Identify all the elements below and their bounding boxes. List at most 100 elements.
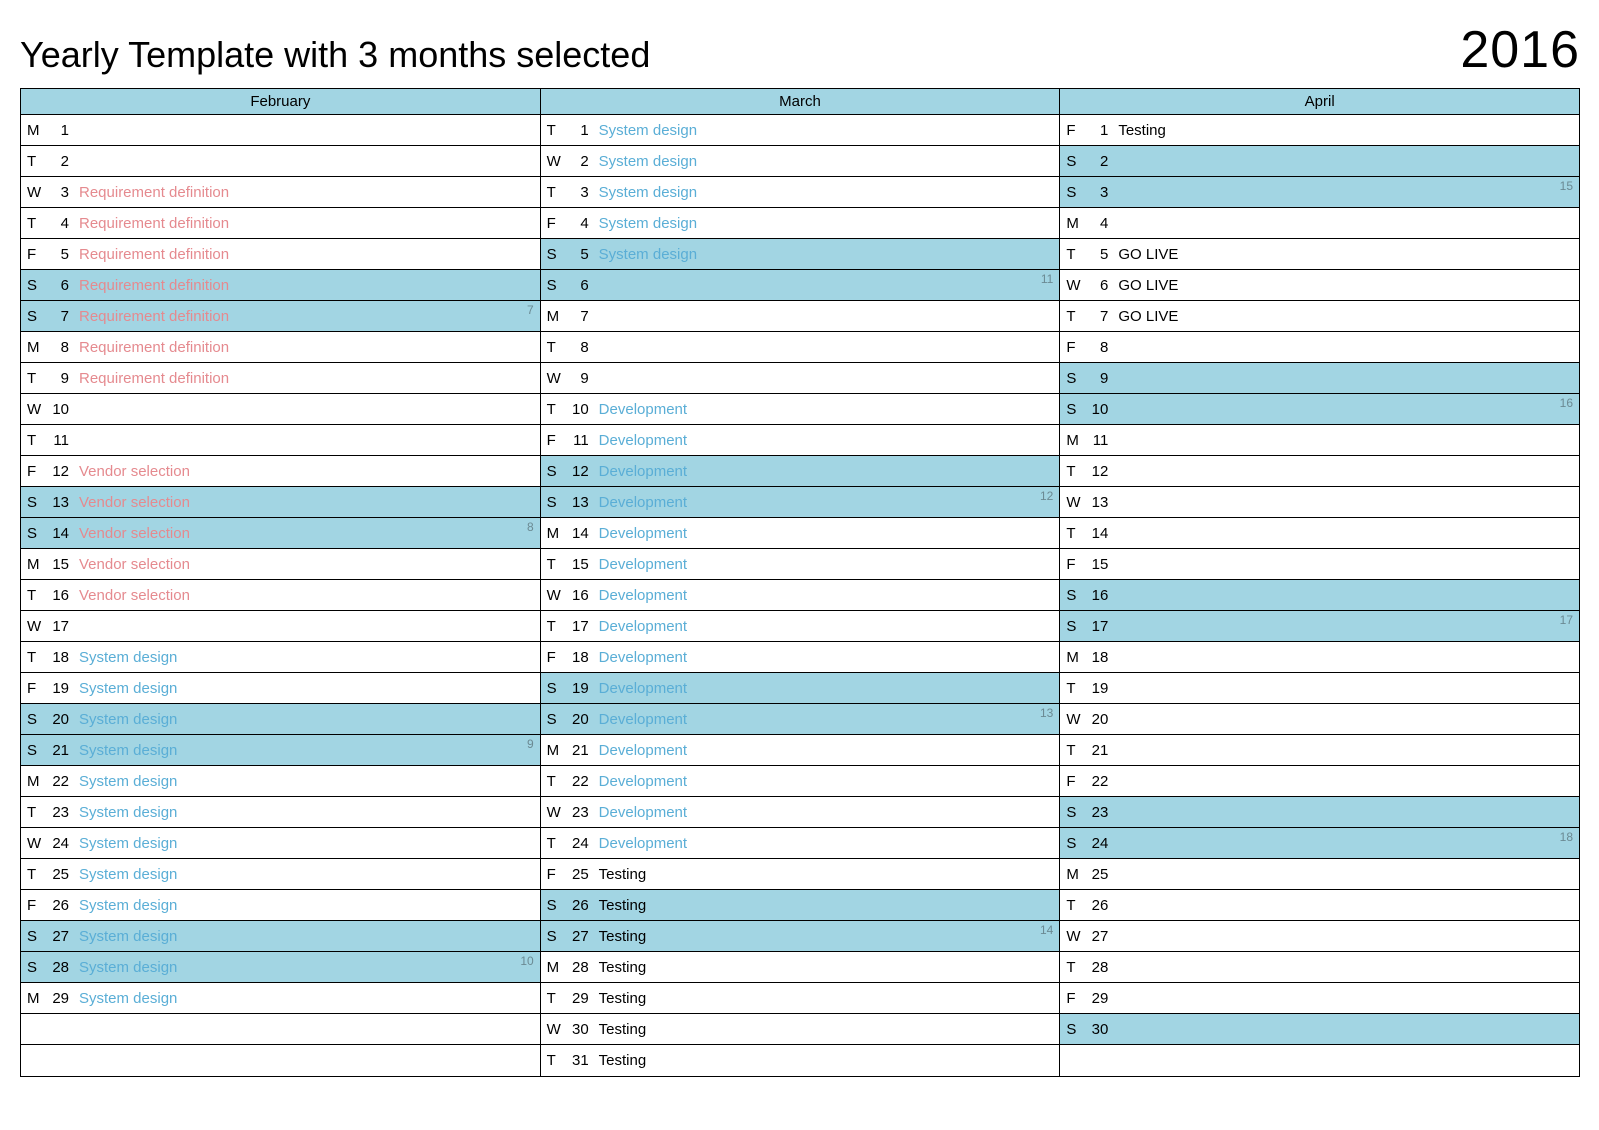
day-of-week: T	[541, 184, 565, 201]
day-row: W23Development	[541, 797, 1060, 828]
day-row: T2	[21, 146, 540, 177]
day-task: Development	[593, 773, 1060, 790]
day-number: 27	[1084, 928, 1112, 945]
day-number: 30	[565, 1021, 593, 1038]
day-task: Vendor selection	[73, 556, 540, 573]
day-of-week: S	[541, 897, 565, 914]
day-task: System design	[73, 711, 540, 728]
month-column: MarchT1System designW2System designT3Sys…	[541, 89, 1061, 1076]
day-of-week: W	[1060, 711, 1084, 728]
day-number: 5	[565, 246, 593, 263]
day-task: Requirement definition	[73, 370, 540, 387]
day-task: Testing	[593, 897, 1060, 914]
day-of-week: S	[21, 494, 45, 511]
day-task: System design	[73, 959, 540, 976]
day-task: Testing	[593, 1021, 1060, 1038]
day-of-week: F	[541, 649, 565, 666]
day-task: System design	[593, 246, 1060, 263]
day-of-week: F	[21, 246, 45, 263]
day-task: Vendor selection	[73, 494, 540, 511]
day-number: 25	[565, 866, 593, 883]
day-task: Development	[593, 587, 1060, 604]
day-number: 1	[1084, 122, 1112, 139]
day-row: S9	[1060, 363, 1579, 394]
day-of-week: S	[1060, 804, 1084, 821]
day-row: S611	[541, 270, 1060, 301]
day-number: 20	[565, 711, 593, 728]
day-row: M8Requirement definition	[21, 332, 540, 363]
day-row: W10	[21, 394, 540, 425]
day-row: T14	[1060, 518, 1579, 549]
day-row: T24Development	[541, 828, 1060, 859]
week-number: 11	[1041, 272, 1053, 286]
day-number: 15	[565, 556, 593, 573]
day-task: GO LIVE	[1112, 277, 1579, 294]
day-row: M28Testing	[541, 952, 1060, 983]
day-row: T17Development	[541, 611, 1060, 642]
day-row: W24System design	[21, 828, 540, 859]
calendar-container: Yearly Template with 3 months selected 2…	[20, 20, 1580, 1077]
day-task: Vendor selection	[73, 525, 540, 542]
day-number: 8	[565, 339, 593, 356]
week-number: 16	[1560, 396, 1573, 410]
day-row: F22	[1060, 766, 1579, 797]
day-row: W9	[541, 363, 1060, 394]
header: Yearly Template with 3 months selected 2…	[20, 20, 1580, 80]
day-number: 3	[45, 184, 73, 201]
day-task: Requirement definition	[73, 184, 540, 201]
day-row: T29Testing	[541, 983, 1060, 1014]
day-row: T12	[1060, 456, 1579, 487]
month-grid: FebruaryM1T2W3Requirement definitionT4Re…	[20, 88, 1580, 1077]
day-row: F4System design	[541, 208, 1060, 239]
day-of-week: W	[21, 835, 45, 852]
day-number: 8	[1084, 339, 1112, 356]
day-of-week: T	[21, 804, 45, 821]
day-row: F18Development	[541, 642, 1060, 673]
day-row: T22Development	[541, 766, 1060, 797]
day-task: Development	[593, 804, 1060, 821]
day-row: S6Requirement definition	[21, 270, 540, 301]
day-row: S5System design	[541, 239, 1060, 270]
day-of-week: T	[21, 866, 45, 883]
day-of-week: S	[21, 277, 45, 294]
day-task: System design	[73, 804, 540, 821]
day-row: T21	[1060, 735, 1579, 766]
year-label: 2016	[1460, 20, 1580, 80]
day-number: 14	[1084, 525, 1112, 542]
day-row: T7GO LIVE	[1060, 301, 1579, 332]
day-of-week: T	[1060, 246, 1084, 263]
day-of-week: F	[541, 866, 565, 883]
day-of-week: T	[541, 990, 565, 1007]
day-task: Development	[593, 463, 1060, 480]
day-number: 2	[1084, 153, 1112, 170]
day-of-week: W	[1060, 277, 1084, 294]
day-row: S19Development	[541, 673, 1060, 704]
day-of-week: W	[1060, 928, 1084, 945]
day-row: T18System design	[21, 642, 540, 673]
day-number: 3	[1084, 184, 1112, 201]
day-row: T16Vendor selection	[21, 580, 540, 611]
week-number: 15	[1560, 179, 1573, 193]
day-row: T25System design	[21, 859, 540, 890]
day-task: Development	[593, 649, 1060, 666]
day-of-week: T	[541, 556, 565, 573]
day-of-week: M	[541, 959, 565, 976]
day-row: W2System design	[541, 146, 1060, 177]
day-row: M15Vendor selection	[21, 549, 540, 580]
day-row: S21System design9	[21, 735, 540, 766]
day-of-week: S	[1060, 587, 1084, 604]
day-number: 3	[565, 184, 593, 201]
day-row: S315	[1060, 177, 1579, 208]
day-number: 20	[1084, 711, 1112, 728]
day-number: 11	[1084, 432, 1112, 449]
day-row: T26	[1060, 890, 1579, 921]
day-number: 22	[1084, 773, 1112, 790]
day-number: 29	[1084, 990, 1112, 1007]
day-of-week: T	[21, 370, 45, 387]
day-of-week: M	[21, 990, 45, 1007]
day-number: 31	[565, 1052, 593, 1069]
day-of-week: T	[541, 401, 565, 418]
day-task: Development	[593, 711, 1060, 728]
day-of-week: S	[21, 959, 45, 976]
day-row: S2418	[1060, 828, 1579, 859]
